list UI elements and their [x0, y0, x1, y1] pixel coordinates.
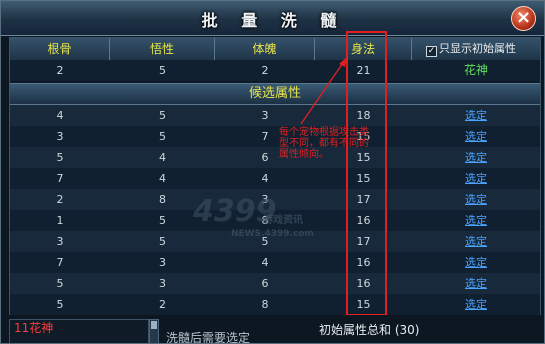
select-link[interactable]: 选定: [412, 231, 540, 252]
candidate-gengu: 3: [56, 130, 64, 143]
candidate-wuxing: 5: [159, 235, 166, 248]
current-wuxing: 5: [159, 64, 166, 77]
candidate-row: 5 4 6 15 选定: [10, 147, 540, 168]
column-header-wuxing: 悟性: [110, 38, 215, 60]
candidate-shenfa: 17: [356, 235, 371, 248]
candidate-tipo: 3: [261, 109, 269, 122]
candidate-shenfa: 15: [356, 172, 371, 185]
candidate-wuxing: 8: [159, 193, 166, 206]
candidate-row: 7 3 4 16 选定: [10, 252, 540, 273]
candidate-wuxing: 5: [159, 130, 166, 143]
candidate-tipo: 8: [261, 214, 269, 227]
column-header-tipo: 体魄: [215, 38, 315, 60]
annotation-text: 每个宠物根据攻击类型不同，都有不同的属性倾向。: [279, 127, 369, 160]
initial-total-label: 初始属性总和 (30): [319, 323, 420, 337]
candidate-row: 3 5 5 17 选定: [10, 231, 540, 252]
select-link[interactable]: 选定: [412, 210, 540, 231]
candidate-shenfa: 16: [356, 277, 371, 290]
candidate-wuxing: 5: [159, 109, 166, 122]
pet-list-item[interactable]: 11花神: [9, 319, 149, 343]
candidate-wuxing: 3: [159, 277, 166, 290]
candidate-wuxing: 2: [159, 298, 166, 311]
candidate-gengu: 5: [56, 298, 64, 311]
candidate-row: 3 5 7 15 选定: [10, 126, 540, 147]
candidate-shenfa: 18: [356, 109, 371, 122]
select-link[interactable]: 选定: [412, 105, 540, 126]
attribute-panel: 根骨 悟性 体魄 身法 2 5 2 21 花神 候选属性 4 5 3 18 选定 3 5 7 1…: [9, 37, 541, 317]
candidate-row: 5 2 8 15 选定: [10, 294, 540, 315]
select-link[interactable]: 选定: [412, 126, 540, 147]
current-gengu: 2: [56, 64, 64, 77]
select-link[interactable]: 选定: [412, 252, 540, 273]
scroll-thumb[interactable]: [151, 321, 157, 329]
candidate-tipo: 8: [261, 298, 269, 311]
hint-text: 洗髓后需要选定: [166, 331, 251, 344]
window-title: 批 量 洗 髓: [201, 11, 346, 30]
column-header-gengu: 根骨: [10, 38, 110, 60]
candidate-row: 2 8 3 17 选定: [10, 189, 540, 210]
candidate-gengu: 7: [56, 172, 64, 185]
candidate-tipo: 4: [261, 256, 269, 269]
candidate-wuxing: 3: [159, 256, 166, 269]
candidate-tipo: 5: [261, 235, 269, 248]
select-link[interactable]: 选定: [412, 147, 540, 168]
batch-wash-window: 批 量 洗 髓 × 根骨 悟性 体魄 身法 2 5 2 21 花神 候选属性 4…: [0, 0, 545, 344]
candidate-gengu: 7: [56, 256, 64, 269]
select-link[interactable]: 选定: [412, 189, 540, 210]
show-initial-toggle[interactable]: ✓ 只显示初始属性: [426, 39, 536, 58]
candidate-gengu: 5: [56, 151, 64, 164]
select-link[interactable]: 选定: [412, 294, 540, 315]
checkbox-label: 只显示初始属性: [439, 42, 516, 55]
candidate-gengu: 4: [56, 109, 64, 122]
candidate-gengu: 1: [56, 214, 64, 227]
current-row: 2 5 2 21 花神: [10, 60, 540, 81]
current-tipo: 2: [261, 64, 269, 77]
title-bar: 批 量 洗 髓 ×: [1, 1, 544, 36]
candidate-gengu: 2: [56, 193, 64, 206]
candidate-row: 1 5 8 16 选定: [10, 210, 540, 231]
candidate-tipo: 6: [261, 277, 269, 290]
candidate-gengu: 5: [56, 277, 64, 290]
candidate-shenfa: 15: [356, 298, 371, 311]
candidate-shenfa: 17: [356, 193, 371, 206]
candidate-shenfa: 16: [356, 256, 371, 269]
pet-list-scrollbar[interactable]: [149, 319, 159, 343]
candidate-wuxing: 5: [159, 214, 166, 227]
candidate-wuxing: 4: [159, 172, 166, 185]
current-shenfa: 21: [356, 64, 371, 77]
candidate-row: 5 3 6 16 选定: [10, 273, 540, 294]
candidate-wuxing: 4: [159, 151, 166, 164]
candidate-row: 7 4 4 15 选定: [10, 168, 540, 189]
select-link[interactable]: 选定: [412, 273, 540, 294]
candidate-tipo: 3: [261, 193, 269, 206]
candidate-tipo: 4: [261, 172, 269, 185]
candidate-gengu: 3: [56, 235, 64, 248]
candidate-section-header: 候选属性: [10, 83, 540, 105]
checkbox-icon[interactable]: ✓: [426, 46, 437, 57]
column-header-shenfa: 身法: [315, 38, 412, 60]
close-icon[interactable]: ×: [511, 6, 536, 31]
candidate-row: 4 5 3 18 选定: [10, 105, 540, 126]
candidate-shenfa: 16: [356, 214, 371, 227]
select-link[interactable]: 选定: [412, 168, 540, 189]
current-pet-label: 花神: [463, 63, 488, 77]
